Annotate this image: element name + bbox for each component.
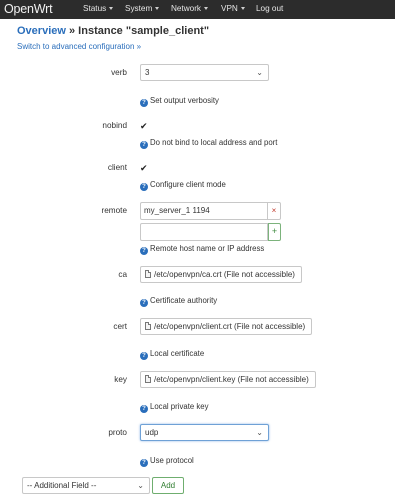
add-remote-button[interactable]: + xyxy=(268,223,281,241)
help-icon: ? xyxy=(140,405,148,413)
file-icon xyxy=(145,270,151,278)
help-icon: ? xyxy=(140,459,148,467)
cert-help-text: Local certificate xyxy=(150,349,205,358)
remote-new-input[interactable] xyxy=(140,223,268,241)
help-icon: ? xyxy=(140,299,148,307)
client-help: ? Configure client mode xyxy=(140,180,226,191)
chevron-down-icon xyxy=(204,7,209,10)
file-icon xyxy=(145,375,151,383)
nav-logout[interactable]: Log out xyxy=(256,4,283,14)
remote-help: ? Remote host name or IP address xyxy=(140,244,264,255)
add-button[interactable]: Add xyxy=(152,477,184,494)
cert-help: ? Local certificate xyxy=(140,349,204,360)
breadcrumb-overview-link[interactable]: Overview xyxy=(17,25,66,37)
chevron-down-icon xyxy=(109,7,114,10)
chevron-down-icon: ⌄ xyxy=(256,428,263,437)
breadcrumb-instance: Instance "sample_client" xyxy=(78,25,210,37)
nav-system-label: System xyxy=(125,4,153,13)
ca-file-path: /etc/openvpn/ca.crt (File not accessible… xyxy=(154,270,295,279)
nav-status-label: Status xyxy=(83,4,107,13)
client-label: client xyxy=(107,163,127,172)
switch-advanced-link[interactable]: Switch to advanced configuration » xyxy=(17,42,141,52)
nav-system[interactable]: System xyxy=(125,4,160,14)
chevron-down-icon: ⌄ xyxy=(137,481,144,490)
remove-remote-button[interactable]: × xyxy=(268,202,281,220)
key-help: ? Local private key xyxy=(140,402,209,413)
ca-help-text: Certificate authority xyxy=(150,296,218,305)
proto-help: ? Use protocol xyxy=(140,456,194,467)
nav-vpn-label: VPN xyxy=(221,4,238,13)
breadcrumb-separator: » xyxy=(68,25,76,37)
help-icon: ? xyxy=(140,141,148,149)
cert-label: cert xyxy=(113,322,127,331)
cert-file-path: /etc/openvpn/client.crt (File not access… xyxy=(154,322,306,331)
chevron-down-icon xyxy=(240,7,245,10)
key-file-path: /etc/openvpn/client.key (File not access… xyxy=(154,375,309,384)
nobind-help: ? Do not bind to local address and port xyxy=(140,138,277,149)
nav-network-label: Network xyxy=(171,4,202,13)
verb-value: 3 xyxy=(145,68,150,77)
additional-field-select[interactable]: -- Additional Field -- ⌄ xyxy=(22,477,150,494)
nobind-help-text: Do not bind to local address and port xyxy=(150,138,278,147)
help-icon: ? xyxy=(140,352,148,360)
verb-label: verb xyxy=(111,68,127,77)
chevron-down-icon: ⌄ xyxy=(256,68,263,77)
file-icon xyxy=(145,322,151,330)
brand-logo[interactable]: OpenWrt xyxy=(4,1,53,17)
help-icon: ? xyxy=(140,183,148,191)
nav-network[interactable]: Network xyxy=(171,4,209,14)
help-icon: ? xyxy=(140,99,148,107)
ca-label: ca xyxy=(118,270,127,279)
nav-vpn[interactable]: VPN xyxy=(221,4,245,14)
nav-status[interactable]: Status xyxy=(83,4,114,14)
chevron-down-icon xyxy=(155,7,160,10)
page-title: Overview » Instance "sample_client" xyxy=(17,24,209,38)
additional-field-value: -- Additional Field -- xyxy=(27,481,97,490)
remote-label: remote xyxy=(101,206,127,215)
key-file-button[interactable]: /etc/openvpn/client.key (File not access… xyxy=(140,371,316,388)
proto-help-text: Use protocol xyxy=(150,456,194,465)
remote-input[interactable]: my_server_1 1194 xyxy=(140,202,268,220)
verb-help-text: Set output verbosity xyxy=(150,96,219,105)
proto-select[interactable]: udp ⌄ xyxy=(140,424,269,441)
nobind-checkbox[interactable]: ✔ xyxy=(140,121,148,131)
proto-label: proto xyxy=(108,428,127,437)
client-checkbox[interactable]: ✔ xyxy=(140,163,148,173)
key-help-text: Local private key xyxy=(150,402,209,411)
verb-select[interactable]: 3 ⌄ xyxy=(140,64,269,81)
cert-file-button[interactable]: /etc/openvpn/client.crt (File not access… xyxy=(140,318,313,335)
help-icon: ? xyxy=(140,247,148,255)
ca-file-button[interactable]: /etc/openvpn/ca.crt (File not accessible… xyxy=(140,266,302,283)
key-label: key xyxy=(114,375,127,384)
proto-value: udp xyxy=(145,428,159,437)
top-navbar: OpenWrt Status System Network VPN Log ou… xyxy=(0,0,395,19)
nobind-label: nobind xyxy=(102,121,127,130)
remote-help-text: Remote host name or IP address xyxy=(150,244,265,253)
verb-help: ? Set output verbosity xyxy=(140,96,219,107)
ca-help: ? Certificate authority xyxy=(140,296,217,307)
client-help-text: Configure client mode xyxy=(150,180,226,189)
